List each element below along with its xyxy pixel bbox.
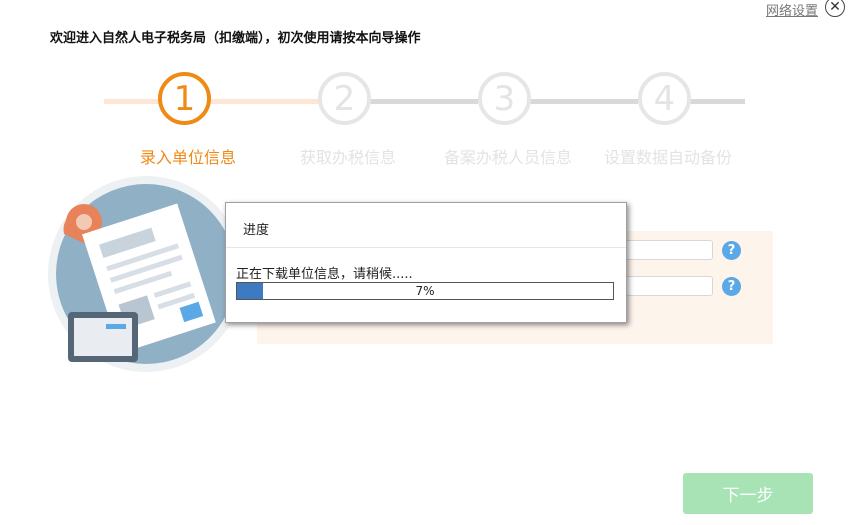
progress-percent: 7% bbox=[415, 284, 435, 298]
step-2-label: 获取办税信息 bbox=[299, 148, 396, 167]
step-connector bbox=[688, 99, 745, 104]
step-3-label: 备案办税人员信息 bbox=[443, 148, 572, 167]
step-connector bbox=[368, 99, 478, 104]
step-4-label: 设置数据自动备份 bbox=[603, 148, 732, 167]
network-settings-link[interactable]: 网络设置 bbox=[766, 0, 818, 19]
download-progress-bar: 7% bbox=[236, 282, 614, 300]
step-connector bbox=[528, 99, 638, 104]
document-illustration bbox=[48, 176, 244, 372]
close-button[interactable]: ✕ bbox=[825, 0, 845, 17]
dialog-divider bbox=[226, 247, 626, 248]
step-connector bbox=[211, 99, 319, 104]
welcome-text: 欢迎进入自然人电子税务局（扣缴端），初次使用请按本向导操作 bbox=[50, 31, 421, 46]
step-2-circle: 2 bbox=[318, 72, 371, 125]
close-icon: ✕ bbox=[829, 0, 841, 15]
progress-dialog: 进度 正在下载单位信息，请稍候..... 7% bbox=[225, 202, 627, 323]
step-1-circle: 1 bbox=[158, 72, 211, 125]
help-icon[interactable]: ? bbox=[722, 241, 741, 260]
dialog-message: 正在下载单位信息，请稍候..... bbox=[236, 267, 413, 282]
help-icon[interactable]: ? bbox=[722, 277, 741, 296]
step-1-label: 录入单位信息 bbox=[139, 148, 236, 167]
step-4-circle: 4 bbox=[638, 72, 691, 125]
step-3-circle: 3 bbox=[478, 72, 531, 125]
next-step-button[interactable]: 下一步 bbox=[683, 473, 813, 514]
dialog-title: 进度 bbox=[243, 223, 270, 238]
